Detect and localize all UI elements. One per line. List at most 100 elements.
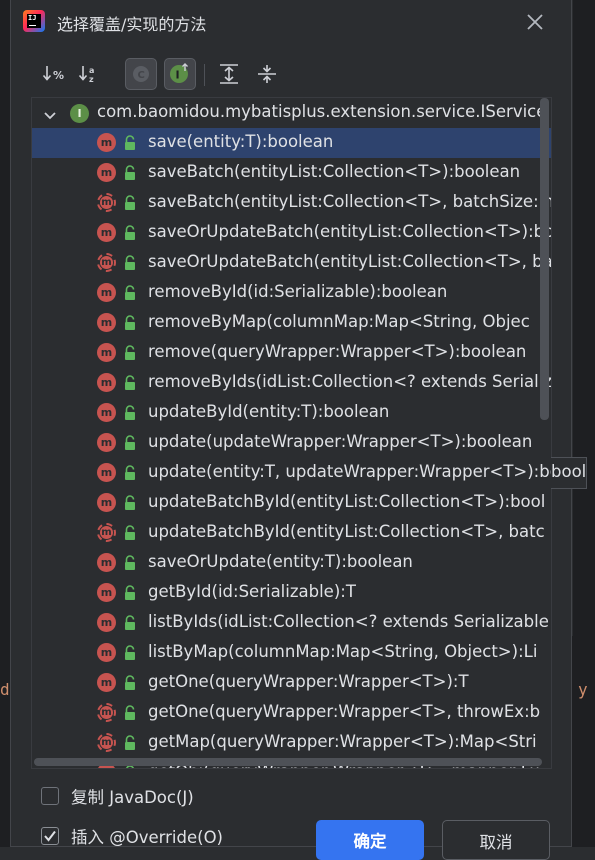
method-signature: updateBatchById(entityList:Collection<T>…	[148, 492, 546, 511]
collapse-all-icon[interactable]	[251, 58, 283, 90]
svg-text:I: I	[176, 69, 180, 82]
public-lock-icon	[123, 315, 137, 335]
public-lock-icon	[123, 675, 137, 695]
tooltip-fragment: boole	[551, 457, 587, 489]
public-lock-icon	[123, 285, 137, 305]
method-signature: removeById(id:Serializable):boolean	[148, 282, 448, 301]
public-lock-icon	[123, 405, 137, 425]
method-signature: save(entity:T):boolean	[148, 132, 334, 151]
svg-text:C: C	[138, 70, 145, 81]
abstract-method-icon: m	[97, 523, 116, 542]
method-row[interactable]: m listByMap(columnMap:Map<String, Object>…	[32, 638, 551, 668]
public-lock-icon	[123, 615, 137, 635]
method-signature: listByMap(columnMap:Map<String, Object>)…	[148, 642, 538, 661]
method-signature: saveOrUpdateBatch(entityList:Collection<…	[148, 252, 552, 271]
public-lock-icon	[123, 435, 137, 455]
abstract-method-icon: m	[97, 703, 116, 722]
method-row[interactable]: m getOne(queryWrapper:Wrapper<T>, throwEx…	[32, 698, 551, 728]
public-lock-icon	[123, 135, 137, 155]
checkbox-box[interactable]	[41, 787, 59, 805]
method-signature: remove(queryWrapper:Wrapper<T>):boolean	[148, 342, 527, 361]
public-lock-icon	[123, 255, 137, 275]
method-icon: m	[97, 313, 116, 332]
sort-alphabetically-icon[interactable]: a z	[75, 58, 107, 90]
method-icon: m	[97, 553, 116, 572]
method-signature: removeByMap(columnMap:Map<String, Objec	[148, 312, 530, 331]
copy-javadoc-checkbox[interactable]: 复制 JavaDoc(J)	[41, 784, 194, 808]
method-signature: getById(id:Serializable):T	[148, 582, 356, 601]
close-icon[interactable]	[525, 12, 545, 32]
method-row[interactable]: m updateBatchById(entityList:Collection<T…	[32, 488, 551, 518]
public-lock-icon	[123, 645, 137, 665]
sort-by-visibility-icon[interactable]: %	[39, 58, 71, 90]
method-row[interactable]: m updateBatchById(entityList:Collection<T…	[32, 518, 551, 548]
method-signature: saveBatch(entityList:Collection<T>):bool…	[148, 162, 521, 181]
method-row[interactable]: m saveBatch(entityList:Collection<T>):boo…	[32, 158, 551, 188]
public-lock-icon	[123, 225, 137, 245]
expand-all-icon[interactable]	[213, 58, 245, 90]
method-icon: m	[97, 283, 116, 302]
method-row[interactable]: m removeByMap(columnMap:Map<String, Objec	[32, 308, 551, 338]
method-row[interactable]: m getOne(queryWrapper:Wrapper<T>):T	[32, 668, 551, 698]
show-classes-icon[interactable]: C	[125, 58, 157, 90]
method-row[interactable]: m saveBatch(entityList:Collection<T>, bat…	[32, 188, 551, 218]
public-lock-icon	[123, 345, 137, 365]
method-signature: update(entity:T, updateWrapper:Wrapper<T…	[148, 462, 552, 481]
methods-tree[interactable]: I com.baomidou.mybatisplus.extension.ser…	[31, 97, 552, 769]
tooltip-text: boole	[551, 462, 587, 481]
method-icon: m	[97, 163, 116, 182]
public-lock-icon	[123, 195, 137, 215]
svg-text:a: a	[89, 66, 94, 75]
method-icon: m	[97, 493, 116, 512]
method-icon: m	[97, 373, 116, 392]
abstract-method-icon: m	[97, 733, 116, 752]
insert-override-label: 插入 @Override(O)	[71, 828, 223, 847]
tree-node-iservice[interactable]: I com.baomidou.mybatisplus.extension.ser…	[32, 98, 551, 128]
insert-override-checkbox[interactable]: 插入 @Override(O)	[41, 824, 223, 848]
public-lock-icon	[123, 525, 137, 545]
checkbox-box[interactable]	[41, 827, 59, 845]
method-signature: update(updateWrapper:Wrapper<T>):boolean	[148, 432, 533, 451]
show-interfaces-icon[interactable]: I	[164, 58, 196, 90]
svg-text:z: z	[89, 75, 94, 84]
method-row[interactable]: m getMap(queryWrapper:Wrapper<T>):Map<Str…	[32, 728, 551, 758]
method-signature: getOne(queryWrapper:Wrapper<T>, throwEx:…	[148, 702, 541, 721]
method-icon: m	[97, 403, 116, 422]
chevron-down-icon[interactable]	[43, 107, 57, 126]
method-icon: m	[97, 133, 116, 152]
interface-icon: I	[70, 104, 89, 123]
public-lock-icon	[123, 735, 137, 755]
method-signature: getOne(queryWrapper:Wrapper<T>):T	[148, 672, 469, 691]
method-signature: getMap(queryWrapper:Wrapper<T>):Map<Stri	[148, 732, 537, 751]
tree-node-label: com.baomidou.mybatisplus.extension.servi…	[97, 102, 547, 121]
dialog-titlebar: IJ 选择覆盖/实现的方法	[11, 0, 571, 44]
method-signature: updateById(entity:T):boolean	[148, 402, 390, 421]
method-icon: m	[97, 613, 116, 632]
method-signature: removeByIds(idList:Collection<? extends …	[148, 372, 552, 391]
public-lock-icon	[123, 165, 137, 185]
vertical-scrollbar[interactable]	[540, 98, 549, 420]
method-row[interactable]: m saveOrUpdateBatch(entityList:Collection…	[32, 218, 551, 248]
editor-text-fragment-right: y	[578, 680, 588, 699]
method-icon: m	[97, 433, 116, 452]
dialog-toolbar: % a z C I	[39, 58, 299, 92]
method-row[interactable]: m removeById(id:Serializable):boolean	[32, 278, 551, 308]
method-row[interactable]: m saveOrUpdate(entity:T):boolean	[32, 548, 551, 578]
method-row[interactable]: m getById(id:Serializable):T	[32, 578, 551, 608]
method-row[interactable]: m update(entity:T, updateWrapper:Wrapper<…	[32, 458, 552, 488]
method-signature: updateBatchById(entityList:Collection<T>…	[148, 522, 545, 541]
public-lock-icon	[123, 585, 137, 605]
cancel-button[interactable]: 取消	[442, 820, 550, 860]
toolbar-separator	[204, 64, 205, 86]
horizontal-scrollbar[interactable]	[34, 758, 542, 766]
method-row[interactable]: m save(entity:T):boolean	[32, 128, 551, 158]
svg-text:%: %	[53, 69, 64, 82]
ok-button[interactable]: 确定	[316, 820, 424, 860]
method-row[interactable]: m saveOrUpdateBatch(entityList:Collection…	[32, 248, 552, 278]
method-icon: m	[97, 223, 116, 242]
method-row[interactable]: m removeByIds(idList:Collection<? extends…	[32, 368, 552, 398]
method-row[interactable]: m remove(queryWrapper:Wrapper<T>):boolean	[32, 338, 551, 368]
method-row[interactable]: m update(updateWrapper:Wrapper<T>):boolea…	[32, 428, 551, 458]
method-row[interactable]: m listByIds(idList:Collection<? extends S…	[32, 608, 551, 638]
method-row[interactable]: m updateById(entity:T):boolean	[32, 398, 551, 428]
